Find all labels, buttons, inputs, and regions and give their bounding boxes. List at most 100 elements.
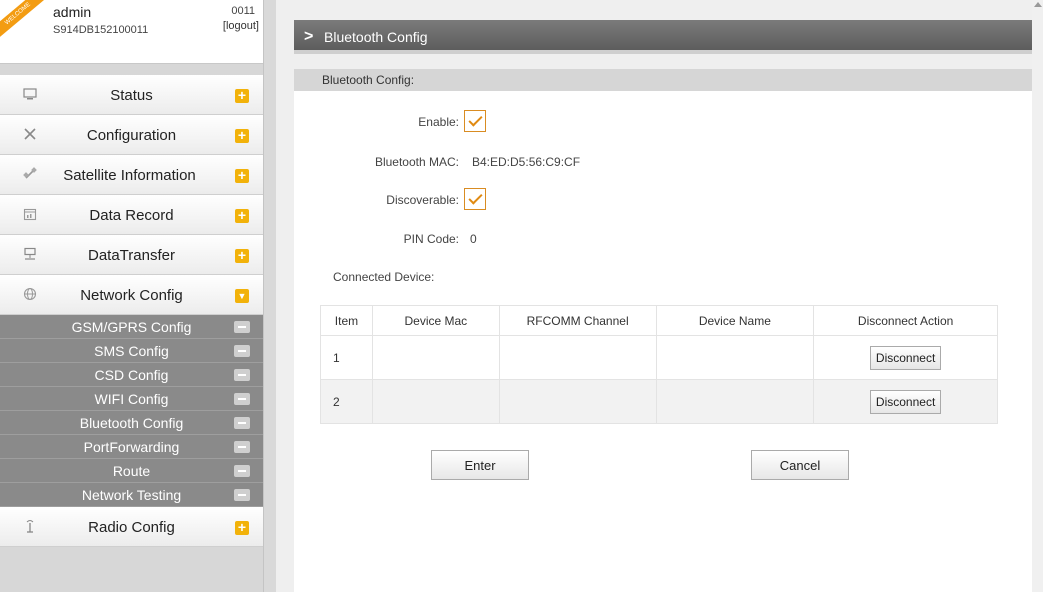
sidebar-divider <box>263 0 276 592</box>
sidebar-item-radio-config[interactable]: Radio Config + <box>0 507 263 547</box>
expand-plus-icon[interactable]: + <box>235 248 249 263</box>
enter-button[interactable]: Enter <box>431 450 529 480</box>
expand-plus-icon[interactable]: + <box>235 88 249 103</box>
minus-icon <box>234 441 250 453</box>
table-row: 2 Disconnect <box>320 379 998 424</box>
enable-checkbox[interactable] <box>464 110 486 132</box>
minus-icon <box>234 417 250 429</box>
connected-device-table: Item Device Mac RFCOMM Channel Device Na… <box>320 305 998 424</box>
expand-plus-icon[interactable]: + <box>235 168 249 183</box>
item-cell: 2 <box>320 379 373 424</box>
cancel-button[interactable]: Cancel <box>751 450 849 480</box>
bluetooth-mac-label: Bluetooth MAC: <box>374 155 459 169</box>
sidebar-item-data-record[interactable]: Data Record + <box>0 195 263 235</box>
minus-icon <box>234 465 250 477</box>
section-title: Bluetooth Config: <box>294 69 1033 91</box>
sidebar-item-label: Configuration <box>86 127 177 144</box>
minus-icon <box>234 321 250 333</box>
column-header-rfcomm-channel: RFCOMM Channel <box>498 305 657 336</box>
submenu-item-label: WIFI Config <box>94 391 169 407</box>
enable-label: Enable: <box>418 115 459 129</box>
submenu-item-label: Route <box>112 463 151 479</box>
submenu-item-label: CSD Config <box>94 367 169 383</box>
device-name-cell <box>655 379 815 424</box>
minus-icon <box>234 369 250 381</box>
submenu-item-label: GSM/GPRS Config <box>71 319 192 335</box>
main-content: > Bluetooth Config Bluetooth Config: Ena… <box>276 0 1043 592</box>
vertical-scrollbar[interactable] <box>1032 0 1043 592</box>
sidebar: WELCOME admin S914DB152100011 0011 [logo… <box>0 0 263 592</box>
column-header-item: Item <box>320 305 373 336</box>
minus-icon <box>234 345 250 357</box>
discoverable-checkbox[interactable] <box>464 188 486 210</box>
sidebar-item-label: Data Record <box>89 207 174 224</box>
item-cell: 1 <box>320 335 373 380</box>
welcome-ribbon: WELCOME <box>0 0 51 44</box>
rfcomm-channel-cell <box>498 379 657 424</box>
table-header-row: Item Device Mac RFCOMM Channel Device Na… <box>320 305 998 336</box>
disconnect-action-cell: Disconnect <box>813 379 998 424</box>
column-header-disconnect-action: Disconnect Action <box>813 305 998 336</box>
column-header-device-mac: Device Mac <box>371 305 500 336</box>
sidebar-item-label: Satellite Information <box>63 167 196 184</box>
bluetooth-mac-value: B4:ED:D5:56:C9:CF <box>472 155 581 169</box>
submenu-item-gsm-gprs-config[interactable]: GSM/GPRS Config <box>0 315 263 339</box>
sidebar-item-label: Network Config <box>80 287 183 304</box>
submenu-item-portforwarding[interactable]: PortForwarding <box>0 435 263 459</box>
sidebar-item-satellite-information[interactable]: Satellite Information + <box>0 155 263 195</box>
table-row: 1 Disconnect <box>320 335 998 380</box>
sidebar-item-configuration[interactable]: Configuration + <box>0 115 263 155</box>
minus-icon <box>234 393 250 405</box>
connected-device-label: Connected Device: <box>333 270 435 284</box>
logout-link[interactable]: [logout] <box>223 20 259 32</box>
page-title-bar: > Bluetooth Config <box>294 20 1034 54</box>
submenu-item-label: PortForwarding <box>83 439 180 455</box>
antenna-icon <box>22 519 38 535</box>
device-name-cell <box>655 335 815 380</box>
user-code: 0011 <box>231 5 255 17</box>
disconnect-button[interactable]: Disconnect <box>869 389 942 414</box>
rfcomm-channel-cell <box>498 335 657 380</box>
sidebar-item-status[interactable]: Status + <box>0 75 263 115</box>
sidebar-item-network-config[interactable]: Network Config ▼ <box>0 275 263 315</box>
submenu-item-label: Bluetooth Config <box>79 415 184 431</box>
expand-plus-icon[interactable]: + <box>235 208 249 223</box>
globe-icon <box>22 287 38 303</box>
disconnect-action-cell: Disconnect <box>813 335 998 380</box>
user-name: admin <box>53 4 92 20</box>
bluetooth-config-panel: Bluetooth Config: Enable: Bluetooth MAC:… <box>294 69 1033 592</box>
device-mac-cell <box>371 335 500 380</box>
column-header-device-name: Device Name <box>655 305 815 336</box>
sidebar-menu: Status + Configuration + Satellite Infor… <box>0 75 263 547</box>
submenu-item-bluetooth-config[interactable]: Bluetooth Config <box>0 411 263 435</box>
network-icon <box>22 247 38 263</box>
sidebar-item-label: Status <box>110 87 153 104</box>
submenu-item-label: Network Testing <box>81 487 182 503</box>
submenu-item-sms-config[interactable]: SMS Config <box>0 339 263 363</box>
tools-icon <box>22 127 38 143</box>
pin-code-value: 0 <box>470 232 477 246</box>
submenu-item-wifi-config[interactable]: WIFI Config <box>0 387 263 411</box>
sidebar-item-datatransfer[interactable]: DataTransfer + <box>0 235 263 275</box>
submenu-item-network-testing[interactable]: Network Testing <box>0 483 263 507</box>
user-panel: WELCOME admin S914DB152100011 0011 [logo… <box>0 0 263 64</box>
pin-code-label: PIN Code: <box>403 232 459 246</box>
submenu-item-label: SMS Config <box>94 343 169 359</box>
expand-plus-icon[interactable]: + <box>235 520 249 535</box>
chevron-right-icon: > <box>304 28 314 45</box>
disconnect-button[interactable]: Disconnect <box>869 345 942 370</box>
expand-plus-icon[interactable]: + <box>235 128 249 143</box>
calendar-icon <box>22 207 38 223</box>
satellite-icon <box>22 167 38 183</box>
collapse-arrow-icon[interactable]: ▼ <box>235 289 249 303</box>
sidebar-item-label: DataTransfer <box>88 247 175 264</box>
scroll-up-arrow-icon[interactable] <box>1034 2 1042 7</box>
network-config-submenu: GSM/GPRS Config SMS Config CSD Config WI… <box>0 315 263 507</box>
submenu-item-csd-config[interactable]: CSD Config <box>0 363 263 387</box>
discoverable-label: Discoverable: <box>386 193 459 207</box>
device-serial: S914DB152100011 <box>53 24 149 36</box>
minus-icon <box>234 489 250 501</box>
sidebar-item-label: Radio Config <box>88 519 175 536</box>
page-title: Bluetooth Config <box>324 29 428 45</box>
submenu-item-route[interactable]: Route <box>0 459 263 483</box>
